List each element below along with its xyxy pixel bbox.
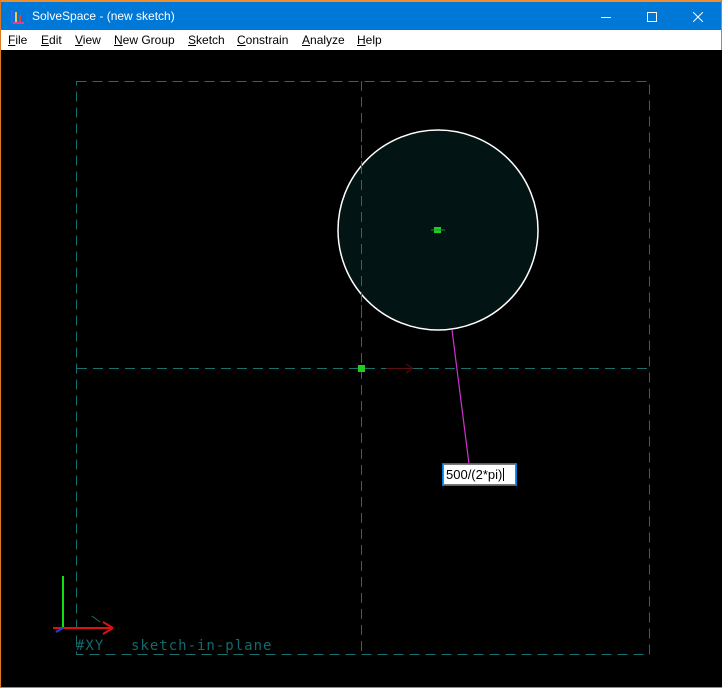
dimension-edit-field[interactable]: 500/(2*pi) bbox=[442, 463, 517, 486]
menu-sketch[interactable]: Sketch bbox=[188, 33, 225, 47]
sketch-viewport[interactable] bbox=[2, 50, 722, 687]
minimize-icon bbox=[601, 12, 611, 22]
origin-point[interactable] bbox=[358, 365, 365, 372]
menu-help[interactable]: Help bbox=[357, 33, 382, 47]
menu-view[interactable]: View bbox=[75, 33, 101, 47]
maximize-icon bbox=[647, 12, 657, 22]
menu-file[interactable]: File bbox=[8, 33, 27, 47]
menu-edit[interactable]: Edit bbox=[41, 33, 62, 47]
sketch-canvas[interactable]: #XY sketch-in-plane 500/(2*pi) bbox=[2, 50, 722, 687]
z-axis-hint bbox=[91, 615, 101, 623]
minimize-button[interactable] bbox=[583, 2, 629, 32]
menu-analyze[interactable]: Analyze bbox=[302, 33, 345, 47]
menu-new-group[interactable]: New Group bbox=[114, 33, 175, 47]
solvespace-window: SolveSpace - (new sketch) File Edit View… bbox=[0, 0, 722, 688]
window-title: SolveSpace - (new sketch) bbox=[32, 9, 175, 23]
workplane-label: #XY bbox=[76, 638, 105, 654]
menu-constrain[interactable]: Constrain bbox=[237, 33, 288, 47]
text-caret bbox=[503, 468, 505, 481]
dimension-edit-value: 500/(2*pi) bbox=[446, 467, 503, 482]
workplane-mode-label: sketch-in-plane bbox=[131, 638, 273, 654]
close-button[interactable] bbox=[675, 2, 721, 32]
diameter-dimension-leader[interactable] bbox=[451, 329, 470, 465]
menu-bar: File Edit View New Group Sketch Constrai… bbox=[1, 30, 721, 50]
maximize-button[interactable] bbox=[629, 2, 675, 32]
title-bar[interactable]: SolveSpace - (new sketch) bbox=[1, 0, 721, 32]
axis-gizmo bbox=[53, 576, 114, 635]
origin-x-direction-arrow bbox=[386, 363, 414, 374]
solvespace-app-icon bbox=[9, 9, 25, 25]
close-icon bbox=[693, 12, 703, 22]
